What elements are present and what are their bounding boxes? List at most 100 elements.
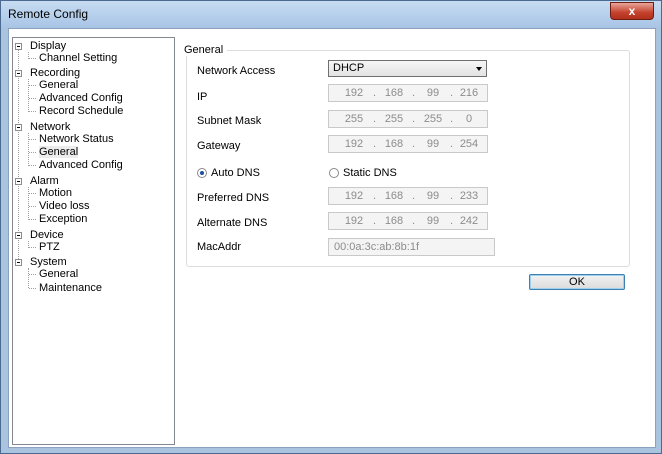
mac-addr-value: 00:0a:3c:ab:8b:1f [334,241,420,253]
tree-node-label: Network Status [39,133,114,145]
gateway-dot: . [450,138,454,150]
pdns-octet-3: 99 [426,190,440,202]
tree-node-label: Advanced Config [39,92,123,104]
general-groupbox [186,50,630,267]
adns-dot: . [450,215,454,227]
window-title: Remote Config [8,7,89,21]
alternate-dns-label: Alternate DNS [197,217,268,229]
network-access-value: DHCP [333,62,365,74]
tree-connector [29,219,36,220]
alternate-dns-field[interactable]: 192 . 168 . 99 . 242 [328,212,488,230]
preferred-dns-field[interactable]: 192 . 168 . 99 . 233 [328,187,488,205]
gateway-dot: . [412,138,416,150]
close-icon: x [628,4,636,18]
radio-selected-icon [197,168,207,178]
mac-addr-label: MacAddr [197,241,242,253]
tree-branch-line [28,79,29,112]
network-access-select[interactable]: DHCP [328,60,487,77]
tree-connector [29,274,36,275]
ip-octet-4: 216 [459,87,479,99]
group-title: General [180,44,228,56]
collapse-icon[interactable] [15,43,22,50]
tree-node-label: General [39,79,79,91]
tree-node-label: Display [30,40,67,52]
tree-node-label: General [39,268,79,280]
ip-label: IP [197,91,208,103]
tree-node-label: Video loss [39,200,90,212]
adns-octet-2: 168 [384,215,404,227]
tree-node-label: System [30,256,67,268]
mac-addr-field[interactable]: 00:0a:3c:ab:8b:1f [328,238,495,256]
pdns-octet-4: 233 [459,190,479,202]
subnet-octet-2: 255 [384,113,404,125]
tree-branch-line [28,268,29,288]
subnet-dot: . [373,113,377,125]
tree-connector [29,98,36,99]
ok-button[interactable]: OK [529,274,625,290]
subnet-dot: . [412,113,416,125]
pdns-dot: . [450,190,454,202]
adns-octet-3: 99 [426,215,440,227]
gateway-dot: . [373,138,377,150]
subnet-mask-field[interactable]: 255 . 255 . 255 . 0 [328,110,488,128]
tree-connector [29,165,36,166]
preferred-dns-label: Preferred DNS [197,192,270,204]
tree-connector [29,85,36,86]
subnet-mask-label: Subnet Mask [197,115,262,127]
pdns-dot: . [373,190,377,202]
ip-octet-2: 168 [384,87,404,99]
tree-node-label: PTZ [39,241,60,253]
tree-connector [29,288,36,289]
tree-node-label: Record Schedule [39,105,124,117]
adns-octet-1: 192 [344,215,364,227]
gateway-octet-2: 168 [384,138,404,150]
auto-dns-label: Auto DNS [211,167,260,179]
tree-node-label: Network [30,121,71,133]
tree-connector [29,111,36,112]
tree-branch-line [28,187,29,220]
client-area: Display Channel Setting Recording Genera… [8,28,656,448]
pdns-octet-2: 168 [384,190,404,202]
collapse-icon[interactable] [15,259,22,266]
gateway-octet-3: 99 [426,138,440,150]
ip-field[interactable]: 192 . 168 . 99 . 216 [328,84,488,102]
settings-tree[interactable]: Display Channel Setting Recording Genera… [12,37,175,445]
ip-dot: . [373,87,377,99]
gateway-octet-1: 192 [344,138,364,150]
tree-root-line [18,50,19,259]
ip-dot: . [450,87,454,99]
tree-branch-line [28,133,29,166]
tree-node-label: General [39,146,79,158]
pdns-octet-1: 192 [344,190,364,202]
ip-octet-1: 192 [344,87,364,99]
tree-node-label: Motion [39,187,73,199]
adns-dot: . [412,215,416,227]
ip-octet-3: 99 [426,87,440,99]
tree-node-label: Recording [30,67,81,79]
tree-connector [29,152,36,153]
tree-node-label: Maintenance [39,282,102,294]
network-access-label: Network Access [197,65,276,77]
tree-connector [29,206,36,207]
tree-connector [29,58,36,59]
pdns-dot: . [412,190,416,202]
adns-dot: . [373,215,377,227]
auto-dns-radio[interactable]: Auto DNS [197,167,297,181]
collapse-icon[interactable] [15,70,22,77]
subnet-octet-4: 0 [465,113,473,125]
collapse-icon[interactable] [15,178,22,185]
ip-dot: . [412,87,416,99]
gateway-field[interactable]: 192 . 168 . 99 . 254 [328,135,488,153]
static-dns-radio[interactable]: Static DNS [329,167,429,181]
tree-connector [29,139,36,140]
subnet-dot: . [450,113,454,125]
remote-config-window: Remote Config x Display Channel Setting [0,0,662,454]
title-bar[interactable]: Remote Config x [1,1,661,27]
collapse-icon[interactable] [15,232,22,239]
close-button[interactable]: x [610,2,654,20]
tree-node-label: Advanced Config [39,159,123,171]
gateway-octet-4: 254 [459,138,479,150]
collapse-icon[interactable] [15,124,22,131]
tree-node-label: Device [30,229,64,241]
tree-connector [29,247,36,248]
